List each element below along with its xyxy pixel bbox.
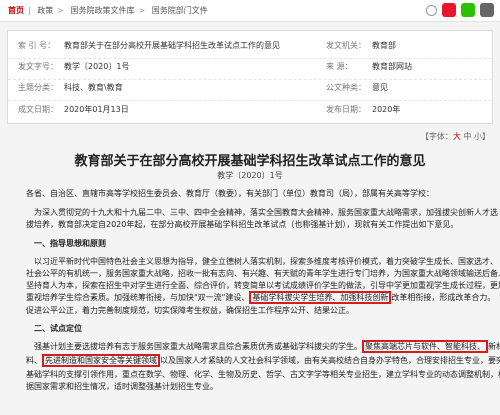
date-value: 2020年01月13日 (64, 105, 129, 114)
document-metadata-table: 索 引 号： 教育部关于在部分高校开展基础学科招生改革试点工作的意见 发文机关：… (7, 30, 493, 124)
share-bar (426, 3, 494, 17)
paragraph: 强基计划主要选拔培养有志于服务国家重大战略需求且综合素质优秀或基础学科拔尖的学生… (34, 340, 500, 353)
breadcrumb-home[interactable]: 首页 (8, 6, 24, 15)
font-size-end: 】 (482, 132, 490, 141)
article-doc-number: 教学〔2020〕1号 (217, 171, 283, 180)
date-label: 成文日期： (18, 105, 58, 114)
category-value: 科技、教育\教育 (64, 83, 123, 92)
index-label: 索 引 号： (18, 41, 56, 50)
breadcrumb-bar: 首页 | 政策 > 国务院政策文件库 > 国务院部门文件 (0, 0, 500, 22)
text-span: 新材 (488, 342, 500, 351)
highlight-box: 先进制造和国家安全等关键领域 (42, 354, 160, 367)
section-heading: 二、试点定位 (34, 324, 82, 333)
text-span: 强基计划主要选拔培养有志于服务国家重大战略需求且综合素质优秀或基础学科拔尖的学生… (34, 342, 362, 351)
issuer-label: 发文机关： (326, 41, 366, 50)
paragraph: 基础学科的支撑引领作用，重点在数学、物理、化学、生物及历史、哲学、古文字学等相关… (26, 370, 500, 379)
text-span: 重视培养学生综合素质。加强统筹衔接，与加快"双一流"建设、 (26, 293, 250, 302)
type-label: 公文种类： (326, 83, 366, 92)
breadcrumb-item[interactable]: 政策 (37, 6, 53, 15)
index-value: 教育部关于在部分高校开展基础学科招生改革试点工作的意见 (64, 41, 280, 50)
source-label: 来 源： (326, 62, 353, 71)
paragraph: 料、 先进制造和国家安全等关键领域 以及国家人才紧缺的人文社会科学领域，由有关高校结… (26, 354, 500, 367)
source-value: 教育部网站 (372, 62, 412, 71)
paragraph: 促进公平公正，着力完善制度规范，切实保障考生权益，确保招生工作程序公开、结果公正… (26, 306, 354, 315)
wechat-icon[interactable] (461, 3, 475, 17)
breadcrumb: 首页 | 政策 > 国务院政策文件库 > 国务院部门文件 (8, 6, 208, 15)
search-icon[interactable] (426, 5, 437, 16)
breadcrumb-item[interactable]: 国务院政策文件库 (71, 6, 135, 15)
paragraph: 坚持育人为本，探索在招生中对学生进行全面、综合评价，转变简单以考试成绩评价学生的… (26, 281, 500, 290)
docno-value: 教学〔2020〕1号 (64, 62, 130, 71)
article-title: 教育部关于在部分高校开展基础学科招生改革试点工作的意见 (74, 154, 426, 169)
weibo-icon[interactable] (442, 3, 456, 17)
pubdate-value: 2020年 (372, 105, 401, 114)
salutation: 各省、自治区、直辖市高等学校招生委员会、教育厅（教委），有关部门（单位）教育司（… (26, 189, 434, 198)
font-large-button[interactable]: 大 (453, 132, 461, 141)
highlight-box: 聚焦高端芯片与软件、智能科技、 (362, 340, 488, 353)
font-medium-button[interactable]: 中 (463, 132, 471, 141)
paragraph: 社会公平的有机统一，服务国家重大战略，招收一批有志向、有兴趣、有天赋的青年学生进… (26, 269, 500, 278)
font-size-label: 【字体： (420, 132, 453, 141)
breadcrumb-item[interactable]: 国务院部门文件 (152, 6, 208, 15)
paragraph: 以习近平新时代中国特色社会主义思想为指导，健全立德树人落实机制，探索多维度考核评… (34, 257, 498, 266)
section-heading: 一、指导思想和原则 (34, 239, 106, 248)
paragraph: 为深入贯彻党的十九大和十九届二中、三中、四中全会精神，落实全国教育大会精神，服务… (34, 208, 498, 217)
text-span: 改革相衔接，形成改革合力。 (391, 293, 496, 302)
paragraph: 拔培养，教育部决定自2020年起，在部分高校开展基础学科招生改革试点（也称强基计… (26, 220, 459, 229)
print-icon[interactable] (480, 3, 494, 17)
font-small-button[interactable]: 小 (474, 132, 482, 141)
highlight-box: 基础学科拔尖学生培养、加强科技创新 (249, 291, 392, 304)
font-size-control: 【字体：大 中 小】 (421, 131, 490, 142)
text-span: 料、 (26, 356, 42, 365)
category-label: 主题分类： (18, 83, 58, 92)
paragraph: 重视培养学生综合素质。加强统筹衔接，与加快"双一流"建设、 基础学科拔尖学生培养、… (26, 291, 496, 304)
docno-label: 发文字号： (18, 62, 58, 71)
pubdate-label: 发布日期： (326, 105, 366, 114)
text-span: 以及国家人才紧缺的人文社会科学领域，由有关高校结合自身办学特色，合理安排招生专业… (160, 356, 500, 365)
issuer-value: 教育部 (372, 41, 396, 50)
type-value: 意见 (372, 83, 388, 92)
paragraph: 据国家需求和招生情况，适时调整强基计划招生专业。 (26, 382, 218, 391)
